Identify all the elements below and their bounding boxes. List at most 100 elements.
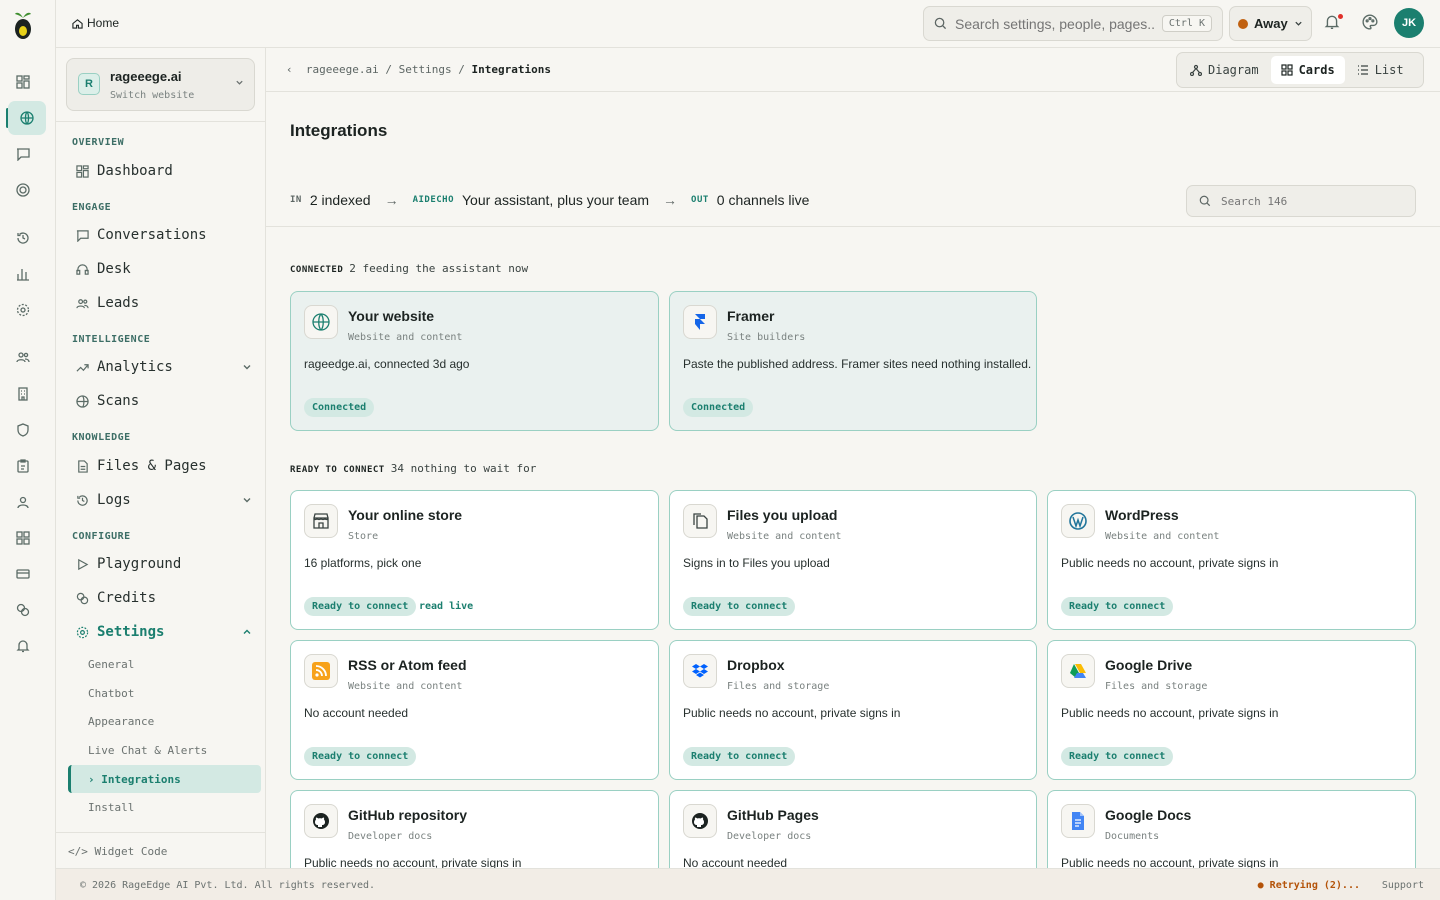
- sidebar-item-label: Conversations: [97, 227, 207, 243]
- status-selector[interactable]: Away: [1229, 6, 1312, 41]
- play-icon: [78, 558, 89, 570]
- group-detail: 2 feeding the assistant now: [349, 262, 529, 275]
- globe-icon[interactable]: [8, 101, 46, 135]
- chat-icon: [76, 229, 89, 242]
- integration-description: Public needs no account, private signs i…: [1061, 556, 1279, 570]
- settings-sub-install[interactable]: Install: [88, 801, 134, 814]
- user-avatar[interactable]: JK: [1394, 8, 1424, 38]
- sidebar-item-scans[interactable]: Scans: [76, 389, 252, 413]
- integration-card[interactable]: GitHub Pages Developer docs No account n…: [669, 790, 1037, 868]
- globe-icon: [76, 394, 89, 408]
- integration-card[interactable]: Files you upload Website and content Sig…: [669, 490, 1037, 630]
- integration-category: Website and content: [348, 332, 463, 343]
- integration-card[interactable]: GitHub repository Developer docs Public …: [290, 790, 659, 868]
- theme-button[interactable]: [1362, 14, 1382, 34]
- section-engage: ENGAGE: [72, 202, 112, 213]
- sidebar-item-credits[interactable]: Credits: [76, 586, 252, 610]
- integration-category: Website and content: [348, 681, 463, 692]
- sidebar-item-logs[interactable]: Logs: [76, 488, 252, 512]
- coins-icon[interactable]: [12, 599, 34, 621]
- breadcrumb-separator: /: [385, 63, 392, 76]
- breadcrumb-site[interactable]: rageeege.ai: [306, 63, 379, 76]
- sidebar-item-label: Playground: [97, 556, 182, 572]
- page-title: Integrations: [290, 121, 388, 140]
- integration-card[interactable]: Your online store Store 16 platforms, pi…: [290, 490, 659, 630]
- sidebar-item-desk[interactable]: Desk: [76, 257, 252, 281]
- app-logo[interactable]: [10, 8, 36, 40]
- apps-icon[interactable]: [12, 527, 34, 549]
- headset-icon: [76, 263, 89, 275]
- footer: © 2026 RageEdge AI Pvt. Ltd. All rights …: [56, 868, 1440, 900]
- widget-code-link[interactable]: </> Widget Code: [56, 832, 266, 868]
- website-initial: R: [78, 73, 100, 95]
- status-badge: Ready to connect: [1061, 747, 1174, 766]
- sidebar-item-analytics[interactable]: Analytics: [76, 355, 252, 379]
- integration-card[interactable]: Google Drive Files and storage Public ne…: [1047, 640, 1416, 780]
- history-icon[interactable]: [12, 227, 34, 249]
- integration-card[interactable]: Dropbox Files and storage Public needs n…: [669, 640, 1037, 780]
- settings-sub-appearance[interactable]: Appearance: [88, 715, 154, 728]
- team-icon[interactable]: [12, 346, 34, 368]
- card-icon[interactable]: [12, 563, 34, 585]
- integration-title: RSS or Atom feed: [348, 657, 467, 673]
- sidebar-item-settings[interactable]: Settings: [76, 620, 252, 644]
- users-icon: [76, 298, 89, 308]
- status-badge: Ready to connect: [304, 597, 417, 616]
- view-diagram-button[interactable]: Diagram: [1180, 56, 1269, 84]
- breadcrumb-settings[interactable]: Settings: [399, 63, 452, 76]
- sidebar-item-leads[interactable]: Leads: [76, 291, 252, 315]
- integration-title: Framer: [727, 308, 775, 324]
- arrow-right-icon: →: [384, 192, 399, 208]
- read-live-label: read live: [419, 601, 474, 612]
- sidebar-item-conversations[interactable]: Conversations: [76, 223, 252, 247]
- sidebar-item-files[interactable]: Files & Pages: [76, 454, 252, 478]
- notifications-button[interactable]: [1324, 14, 1344, 34]
- integration-description: Public needs no account, private signs i…: [683, 706, 901, 720]
- global-search[interactable]: Ctrl K: [923, 6, 1223, 41]
- integration-card[interactable]: WordPress Website and content Public nee…: [1047, 490, 1416, 630]
- shield-icon[interactable]: [12, 419, 34, 441]
- search-icon: [1199, 195, 1211, 207]
- settings-sub-label: Integrations: [101, 773, 181, 786]
- building-icon[interactable]: [12, 383, 34, 405]
- integration-card[interactable]: Your website Website and content rageedg…: [290, 291, 659, 431]
- integration-flow: IN 2 indexed → AIDECHO Your assistant, p…: [290, 192, 809, 208]
- chat-icon[interactable]: [12, 143, 34, 165]
- view-cards-button[interactable]: Cards: [1270, 56, 1345, 84]
- settings-sub-chatbot[interactable]: Chatbot: [88, 687, 134, 700]
- integration-card[interactable]: RSS or Atom feed Website and content No …: [290, 640, 659, 780]
- home-link[interactable]: Home: [72, 16, 119, 30]
- back-icon[interactable]: ‹: [286, 63, 293, 76]
- settings-sub-general[interactable]: General: [88, 658, 134, 671]
- breadcrumb-current: Integrations: [471, 63, 551, 76]
- flow-divider: [266, 226, 1440, 227]
- group-detail: 34 nothing to wait for: [390, 462, 537, 475]
- view-list-button[interactable]: List: [1347, 56, 1414, 84]
- breadcrumb-bar: ‹ rageeege.ai / Settings / Integrations …: [266, 48, 1440, 92]
- settings-sub-integrations[interactable]: › Integrations: [68, 765, 261, 793]
- palette-icon: [1362, 14, 1378, 30]
- support-link[interactable]: Support: [1382, 880, 1424, 891]
- bell-icon[interactable]: [12, 635, 34, 657]
- integration-card[interactable]: Google Docs Documents Public needs no ac…: [1047, 790, 1416, 868]
- sidebar-item-playground[interactable]: Playground: [76, 552, 252, 576]
- grid-icon[interactable]: [12, 71, 34, 93]
- clipboard-icon[interactable]: [12, 455, 34, 477]
- integration-card[interactable]: Framer Site builders Paste the published…: [669, 291, 1037, 431]
- bar-chart-icon[interactable]: [12, 263, 34, 285]
- user-icon[interactable]: [12, 491, 34, 513]
- gear-icon[interactable]: [12, 299, 34, 321]
- settings-sub-live-chat[interactable]: Live Chat & Alerts: [88, 744, 207, 757]
- integration-description: rageedge.ai, connected 3d ago: [304, 357, 470, 371]
- arrow-right-icon: →: [663, 192, 678, 208]
- global-search-input[interactable]: [955, 15, 1155, 32]
- view-label: List: [1374, 63, 1404, 77]
- integrations-search[interactable]: [1186, 185, 1416, 217]
- group-label: CONNECTED: [290, 265, 344, 275]
- integration-category: Site builders: [727, 332, 806, 343]
- sidebar: R rageeege.ai Switch website OVERVIEW Da…: [56, 48, 266, 868]
- website-switcher[interactable]: R rageeege.ai Switch website: [66, 58, 255, 111]
- sidebar-item-dashboard[interactable]: Dashboard: [76, 159, 252, 183]
- target-icon[interactable]: [12, 179, 34, 201]
- integrations-search-input[interactable]: [1221, 194, 1391, 208]
